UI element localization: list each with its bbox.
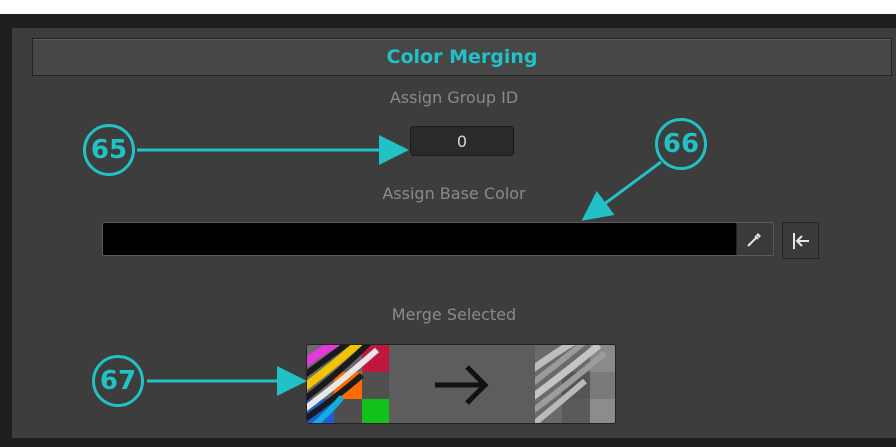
base-color-field[interactable] xyxy=(102,222,774,256)
eyedropper-icon[interactable] xyxy=(736,223,773,255)
merge-selected-button[interactable] xyxy=(306,344,616,424)
section-header[interactable]: Color Merging xyxy=(32,38,892,76)
callout-66: 66 xyxy=(655,118,707,170)
group-id-field[interactable]: 0 xyxy=(410,126,514,156)
callout-67: 67 xyxy=(92,355,144,407)
callout-65: 65 xyxy=(83,124,135,176)
right-arrow-icon xyxy=(435,365,489,405)
arrow-to-left-bar-icon[interactable] xyxy=(782,222,819,259)
section-title: Color Merging xyxy=(386,46,538,68)
group-id-label: Assign Group ID xyxy=(389,88,519,107)
merge-graphic xyxy=(307,345,615,423)
merge-label: Merge Selected xyxy=(391,305,517,324)
base-color-label: Assign Base Color xyxy=(382,184,526,203)
